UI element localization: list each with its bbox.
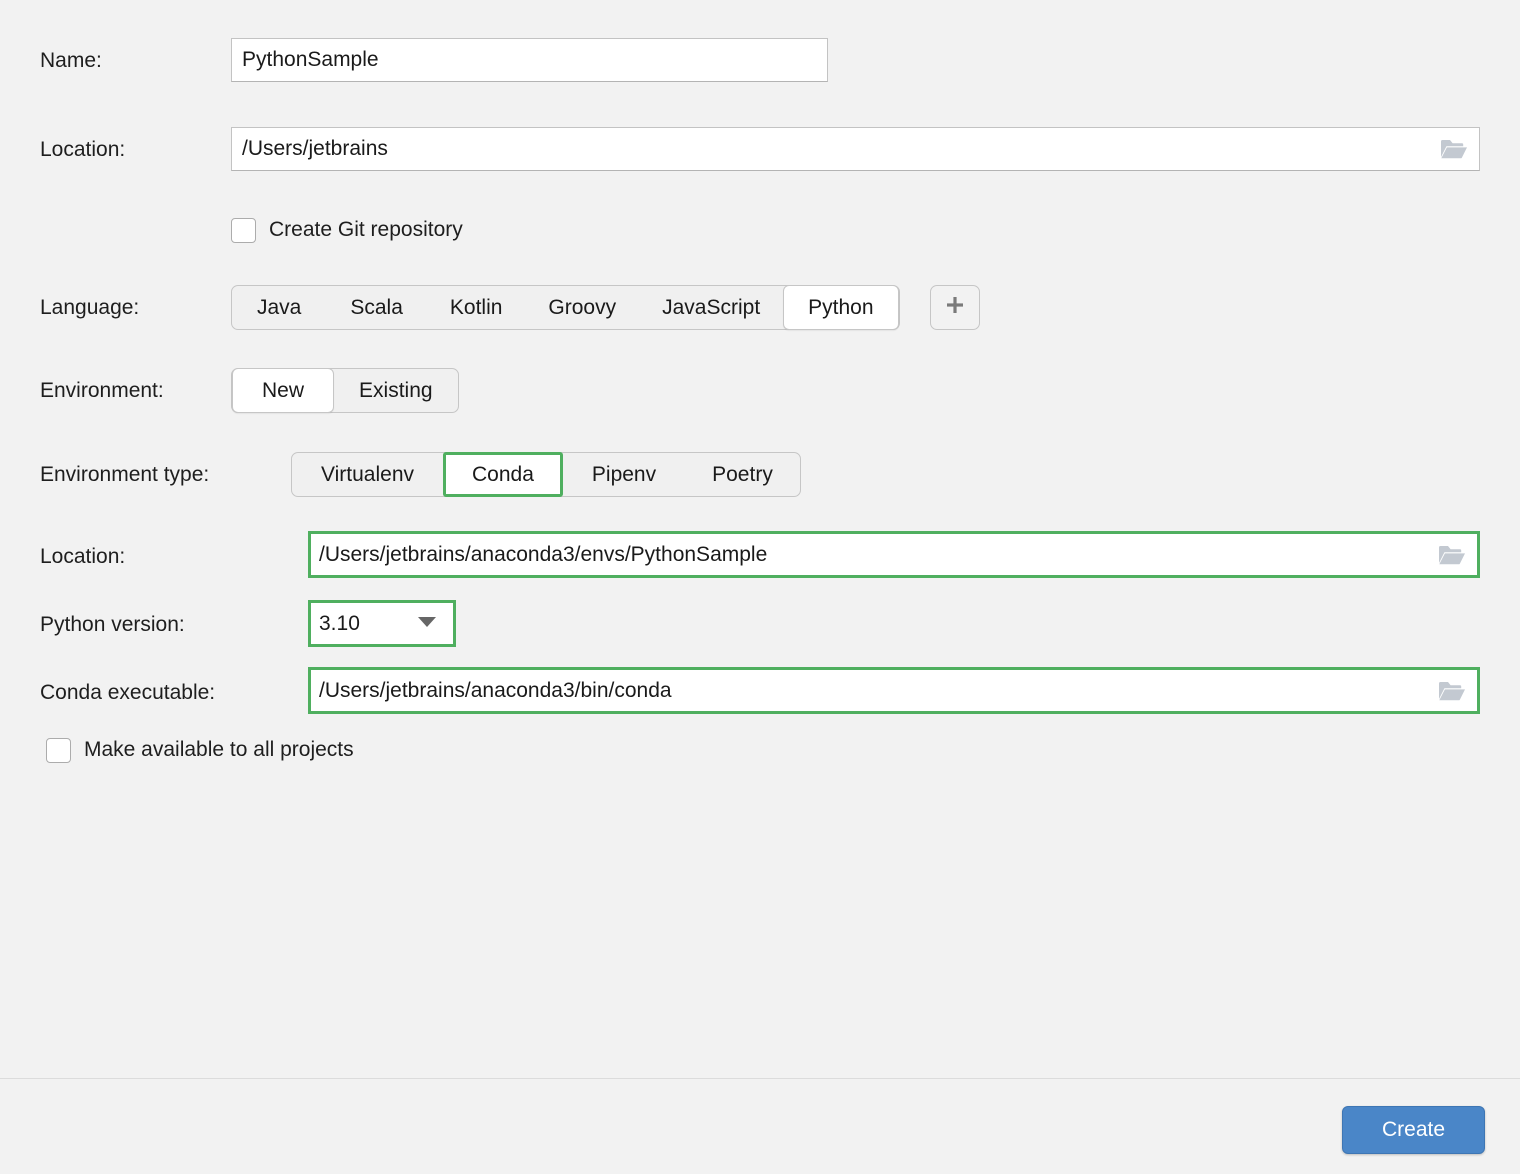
conda-executable-row: Conda executable:	[40, 669, 290, 716]
environment-label: Environment:	[40, 380, 231, 401]
folder-icon[interactable]	[1437, 679, 1467, 703]
conda-executable-label: Conda executable:	[40, 682, 290, 703]
name-input[interactable]: PythonSample	[231, 38, 828, 82]
environment-type-segmented-control[interactable]: Virtualenv Conda Pipenv Poetry	[291, 452, 801, 497]
language-option-groovy[interactable]: Groovy	[525, 285, 639, 330]
python-version-select[interactable]: 3.10	[308, 600, 456, 647]
location-input[interactable]: /Users/jetbrains	[231, 127, 1480, 171]
create-git-repository-checkbox[interactable]	[231, 218, 256, 243]
language-segmented-control[interactable]: Java Scala Kotlin Groovy JavaScript Pyth…	[231, 285, 900, 330]
chevron-down-icon[interactable]	[417, 615, 437, 633]
create-git-repository-row[interactable]: Create Git repository	[231, 216, 463, 244]
environment-type-option-pipenv[interactable]: Pipenv	[563, 452, 685, 497]
environment-row: Environment: New Existing	[40, 368, 459, 413]
environment-segmented-control[interactable]: New Existing	[231, 368, 459, 413]
environment-option-existing[interactable]: Existing	[334, 368, 458, 413]
location-row: Location:	[40, 127, 230, 171]
python-version-row: Python version:	[40, 601, 230, 648]
language-row: Language: Java Scala Kotlin Groovy JavaS…	[40, 285, 980, 330]
language-option-python[interactable]: Python	[783, 285, 898, 330]
make-available-to-all-projects-label: Make available to all projects	[84, 738, 354, 762]
env-location-row: Location:	[40, 533, 230, 580]
create-git-repository-label: Create Git repository	[269, 218, 463, 242]
language-option-java[interactable]: Java	[232, 285, 326, 330]
name-label: Name:	[40, 50, 230, 71]
make-available-to-all-projects-checkbox[interactable]	[46, 738, 71, 763]
conda-executable-input[interactable]: /Users/jetbrains/anaconda3/bin/conda	[308, 667, 1480, 714]
environment-type-label: Environment type:	[40, 464, 291, 485]
env-location-label: Location:	[40, 546, 230, 567]
name-input-value: PythonSample	[242, 48, 379, 72]
environment-type-option-virtualenv[interactable]: Virtualenv	[292, 452, 443, 497]
add-language-button[interactable]	[930, 285, 980, 330]
create-button[interactable]: Create	[1342, 1106, 1485, 1154]
footer-divider	[0, 1078, 1520, 1079]
environment-option-new[interactable]: New	[232, 368, 334, 413]
language-option-javascript[interactable]: JavaScript	[639, 285, 783, 330]
location-input-value: /Users/jetbrains	[242, 137, 388, 161]
environment-type-row: Environment type: Virtualenv Conda Pipen…	[40, 452, 801, 497]
python-version-value: 3.10	[319, 612, 360, 636]
conda-executable-input-value: /Users/jetbrains/anaconda3/bin/conda	[319, 679, 672, 703]
plus-icon	[944, 294, 966, 321]
location-label: Location:	[40, 139, 230, 160]
make-available-to-all-projects-row[interactable]: Make available to all projects	[46, 736, 354, 764]
env-location-input[interactable]: /Users/jetbrains/anaconda3/envs/PythonSa…	[308, 531, 1480, 578]
language-label: Language:	[40, 297, 231, 318]
python-version-label: Python version:	[40, 614, 230, 635]
folder-icon[interactable]	[1439, 137, 1469, 161]
language-option-kotlin[interactable]: Kotlin	[427, 285, 526, 330]
environment-type-option-poetry[interactable]: Poetry	[685, 452, 800, 497]
folder-icon[interactable]	[1437, 543, 1467, 567]
env-location-input-value: /Users/jetbrains/anaconda3/envs/PythonSa…	[319, 543, 767, 567]
environment-type-option-conda[interactable]: Conda	[443, 452, 563, 497]
language-option-scala[interactable]: Scala	[326, 285, 427, 330]
